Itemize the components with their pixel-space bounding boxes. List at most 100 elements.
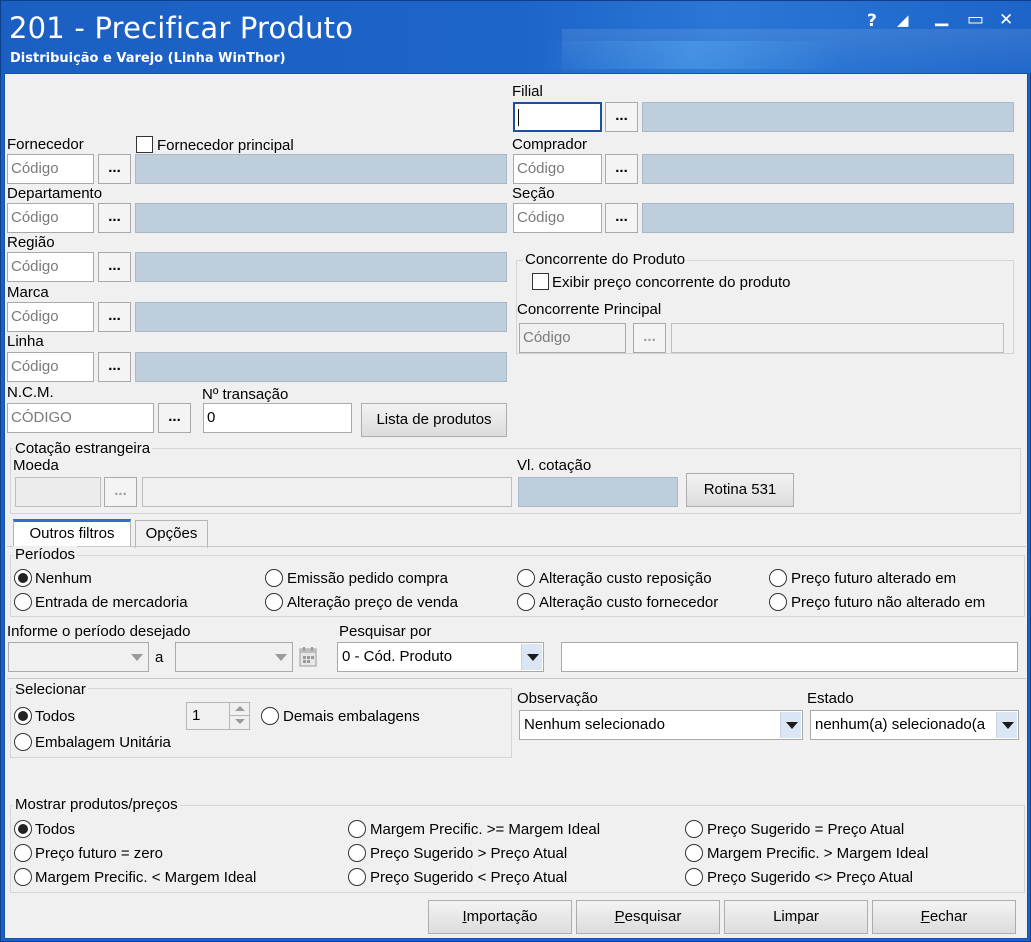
mostrar-preco-igual-label: Preço Sugerido = Preço Atual <box>707 821 905 838</box>
demais-embalagens-radio[interactable] <box>261 707 279 725</box>
periodo-emissao-radio[interactable] <box>265 569 283 587</box>
mostrar-preco-futuro-zero-radio[interactable] <box>14 844 32 862</box>
marca-code-input[interactable]: Código <box>7 302 94 332</box>
spin-up-icon[interactable] <box>229 703 249 716</box>
maximize-icon[interactable]: ▭ <box>967 9 984 30</box>
comprador-description <box>642 154 1014 184</box>
periodo-fim-select[interactable] <box>175 642 293 672</box>
transacao-input[interactable]: 0 <box>203 403 352 433</box>
restore-icon[interactable]: ◢ <box>897 11 909 29</box>
fornecedor-principal-checkbox[interactable] <box>136 136 153 153</box>
periodo-entrada-label: Entrada de mercadoria <box>35 594 188 611</box>
mostrar-margem-maior-igual-label: Margem Precific. >= Margem Ideal <box>370 821 601 838</box>
pesquisar-button[interactable]: Pesquisar <box>576 900 720 934</box>
fechar-button[interactable]: Fechar <box>872 900 1016 934</box>
help-icon[interactable]: ? <box>867 11 877 31</box>
importacao-label: mportação <box>466 908 538 925</box>
periodo-preco-venda-radio[interactable] <box>265 593 283 611</box>
periodo-inicio-select[interactable] <box>8 642 149 672</box>
concorrente-principal-label: Concorrente Principal <box>517 301 662 318</box>
mostrar-margem-maior-radio[interactable] <box>685 844 703 862</box>
lista-produtos-button[interactable]: Lista de produtos <box>361 403 507 437</box>
rotina-531-button[interactable]: Rotina 531 <box>686 473 794 507</box>
fornecedor-description <box>135 154 507 184</box>
importacao-button[interactable]: Importação <box>428 900 572 934</box>
linha-description <box>135 352 507 382</box>
periodo-preco-futuro-alterado-radio[interactable] <box>769 569 787 587</box>
vl-cotacao-input[interactable] <box>518 477 678 507</box>
mostrar-preco-igual-radio[interactable] <box>685 820 703 838</box>
embalagem-quantity-value: 1 <box>192 707 201 724</box>
periodos-legend: Períodos <box>13 546 78 563</box>
estado-select[interactable]: nenhum(a) selecionado(a <box>810 710 1019 740</box>
moeda-code-input[interactable] <box>15 477 101 507</box>
periodo-desejado-label: Informe o período desejado <box>7 623 191 640</box>
periodo-entrada-radio[interactable] <box>14 593 32 611</box>
secao-description <box>642 203 1014 233</box>
exibir-concorrente-checkbox[interactable] <box>532 273 549 290</box>
regiao-description <box>135 252 507 282</box>
tab-outros-filtros[interactable]: Outros filtros <box>13 519 131 547</box>
marca-search-button[interactable]: ... <box>98 302 131 332</box>
pesquisar-termo-input[interactable] <box>561 642 1018 672</box>
section-divider <box>7 678 1026 679</box>
mostrar-preco-maior-label: Preço Sugerido > Preço Atual <box>370 845 568 862</box>
filial-search-button[interactable]: ... <box>605 102 638 132</box>
regiao-code-input[interactable]: Código <box>7 252 94 282</box>
limpar-button[interactable]: Limpar <box>724 900 868 934</box>
comprador-code-input[interactable]: Código <box>513 154 602 184</box>
filial-input[interactable] <box>513 102 602 132</box>
tab-opcoes[interactable]: Opções <box>135 520 208 548</box>
ncm-search-button[interactable]: ... <box>158 403 191 433</box>
pesquisar-por-select[interactable]: 0 - Cód. Produto <box>337 642 544 672</box>
mostrar-preco-futuro-zero-label: Preço futuro = zero <box>35 845 163 862</box>
mostrar-preco-maior-radio[interactable] <box>348 844 366 862</box>
window-title: 201 - Precificar Produto <box>9 11 354 45</box>
periodo-preco-futuro-nao-alterado-label: Preço futuro não alterado em <box>791 594 986 611</box>
linha-search-button[interactable]: ... <box>98 352 131 382</box>
mostrar-margem-maior-label: Margem Precific. > Margem Ideal <box>707 845 929 862</box>
regiao-search-button[interactable]: ... <box>98 252 131 282</box>
mostrar-legend: Mostrar produtos/preços <box>13 796 180 813</box>
mostrar-preco-diferente-radio[interactable] <box>685 868 703 886</box>
secao-label: Seção <box>512 185 555 202</box>
spin-down-icon[interactable] <box>229 716 249 729</box>
comprador-label: Comprador <box>512 136 588 153</box>
selecionar-todos-radio[interactable] <box>14 707 32 725</box>
moeda-search-button[interactable]: ... <box>104 477 137 507</box>
close-icon[interactable]: ✕ <box>999 10 1013 30</box>
observacao-select[interactable]: Nenhum selecionado <box>519 710 803 740</box>
mostrar-preco-menor-radio[interactable] <box>348 868 366 886</box>
moeda-description <box>142 477 512 507</box>
mostrar-margem-menor-radio[interactable] <box>14 868 32 886</box>
chevron-down-icon <box>521 644 542 670</box>
fornecedor-search-button[interactable]: ... <box>98 154 131 184</box>
mostrar-preco-menor-label: Preço Sugerido < Preço Atual <box>370 869 568 886</box>
linha-code-input[interactable]: Código <box>7 352 94 382</box>
minimize-icon[interactable]: ▁ <box>935 7 948 27</box>
periodo-custo-reposicao-radio[interactable] <box>517 569 535 587</box>
selecionar-todos-label: Todos <box>35 708 76 725</box>
mostrar-margem-maior-igual-radio[interactable] <box>348 820 366 838</box>
mostrar-todos-radio[interactable] <box>14 820 32 838</box>
periodo-preco-futuro-nao-alterado-radio[interactable] <box>769 593 787 611</box>
concorrente-code-input[interactable]: Código <box>519 323 626 353</box>
periodo-a-label: a <box>155 649 164 666</box>
ncm-label: N.C.M. <box>7 384 54 401</box>
fornecedor-code-input[interactable]: Código <box>7 154 94 184</box>
comprador-search-button[interactable]: ... <box>605 154 638 184</box>
concorrente-search-button[interactable]: ... <box>633 323 666 353</box>
embalagem-quantity-stepper[interactable]: 1 <box>186 702 250 730</box>
periodo-nenhum-radio[interactable] <box>14 569 32 587</box>
embalagem-unitaria-radio[interactable] <box>14 733 32 751</box>
title-bar: 201 - Precificar Produto Distribuição e … <box>1 1 1031 73</box>
secao-search-button[interactable]: ... <box>605 203 638 233</box>
secao-code-input[interactable]: Código <box>513 203 602 233</box>
periodo-custo-fornecedor-radio[interactable] <box>517 593 535 611</box>
departamento-search-button[interactable]: ... <box>98 203 131 233</box>
ncm-code-input[interactable]: CÓDIGO <box>7 403 154 433</box>
calendar-icon[interactable] <box>298 646 318 668</box>
departamento-code-input[interactable]: Código <box>7 203 94 233</box>
embalagem-unitaria-label: Embalagem Unitária <box>35 734 171 751</box>
pesquisar-label: esquisar <box>624 908 682 925</box>
